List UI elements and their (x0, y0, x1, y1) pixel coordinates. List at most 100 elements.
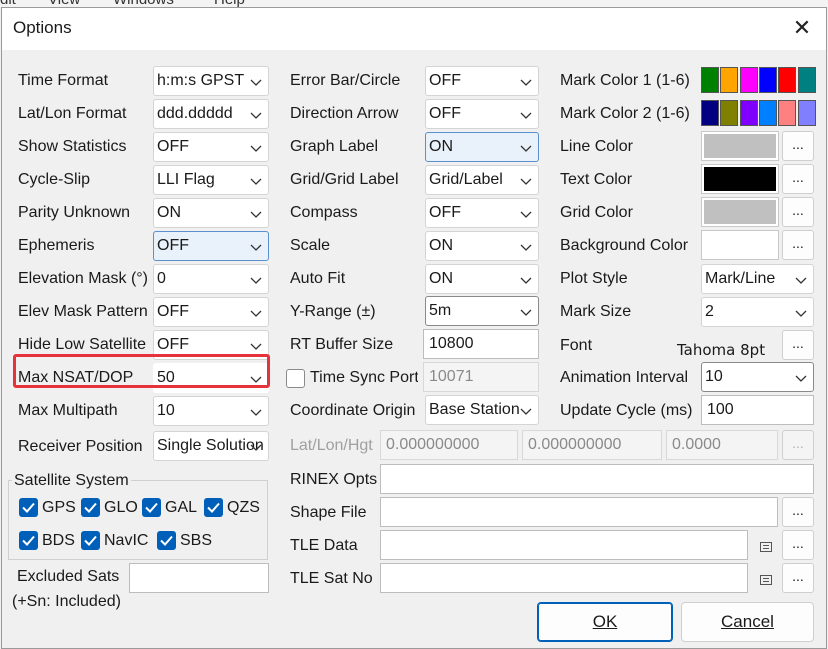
tle-sat-no-input[interactable] (380, 563, 748, 593)
scale-select[interactable]: ON (425, 231, 539, 261)
parity-unknown-select[interactable]: ON (153, 198, 269, 228)
mark-size-select[interactable]: 2 (701, 297, 814, 327)
grid-label-select[interactable]: Grid/Label (425, 165, 539, 195)
color-swatch[interactable] (701, 100, 719, 126)
show-statistics-value: OFF (157, 138, 189, 155)
excluded-sats-input[interactable] (129, 563, 269, 593)
update-cycle-field[interactable] (702, 396, 813, 424)
tle-sat-no-browse-button[interactable]: ... (782, 563, 814, 593)
elevation-mask-select[interactable]: 0 (153, 264, 269, 294)
checkbox-gps[interactable] (19, 498, 38, 517)
rinex-opts-input[interactable] (380, 464, 814, 494)
chevron-down-icon (519, 240, 533, 254)
show-statistics-select[interactable]: OFF (153, 132, 269, 162)
direction-arrow-select[interactable]: OFF (425, 99, 539, 129)
close-icon[interactable]: ✕ (788, 14, 816, 42)
background-color-button[interactable]: ... (782, 230, 814, 260)
parity-unknown-label: Parity Unknown (18, 204, 131, 221)
line-color-swatch[interactable] (701, 131, 779, 161)
color-swatch[interactable] (797, 100, 816, 126)
grid-color-button[interactable]: ... (782, 197, 814, 227)
background-color-swatch[interactable] (701, 230, 779, 260)
font-button[interactable]: ... (782, 330, 814, 360)
lon-input[interactable] (522, 430, 662, 460)
color-swatch[interactable] (758, 100, 777, 126)
update-cycle-input[interactable] (701, 395, 814, 425)
parity-unknown-value: ON (157, 204, 181, 221)
rt-buffer-field[interactable] (424, 330, 538, 358)
shape-file-field[interactable] (381, 498, 777, 526)
text-color-swatch[interactable] (701, 164, 779, 194)
plot-style-select[interactable]: Mark/Line (701, 264, 814, 294)
time-format-select[interactable]: h:m:s GPST (153, 66, 269, 96)
tle-data-field[interactable] (381, 531, 747, 559)
checkbox-bds[interactable] (19, 531, 38, 550)
shape-file-browse-button[interactable]: ... (782, 497, 814, 527)
elevation-mask-label: Elevation Mask (°) (18, 270, 148, 287)
auto-fit-select[interactable]: ON (425, 264, 539, 294)
color-swatch[interactable] (778, 67, 797, 93)
graph-label-select[interactable]: ON (425, 132, 539, 162)
excluded-sats-field[interactable] (130, 564, 268, 592)
checkbox-qzs-label: QZS (227, 499, 260, 516)
hgt-field[interactable] (667, 431, 777, 459)
color-swatch[interactable] (739, 67, 758, 93)
lat-input[interactable] (380, 430, 518, 460)
ok-button[interactable]: OK (537, 602, 673, 642)
tle-sat-no-field[interactable] (381, 564, 747, 592)
color-swatch[interactable] (739, 100, 758, 126)
hgt-input[interactable] (666, 430, 778, 460)
latlonhgt-browse-button[interactable]: ... (782, 430, 814, 460)
chevron-down-icon (249, 108, 263, 122)
color-swatch[interactable] (720, 67, 739, 93)
hide-low-satellite-value: OFF (157, 336, 189, 353)
color-swatch[interactable] (778, 100, 797, 126)
chevron-down-icon (249, 405, 263, 419)
receiver-position-select[interactable]: Single Solution (153, 431, 269, 461)
list-icon[interactable] (760, 542, 772, 552)
time-sync-checkbox[interactable] (286, 369, 305, 388)
line-color-button[interactable]: ... (782, 131, 814, 161)
coord-origin-select[interactable]: Base Station (425, 395, 539, 425)
time-sync-input[interactable] (423, 362, 539, 392)
grid-label-label: Grid/Grid Label (290, 171, 399, 188)
excluded-sats-note: (+Sn: Included) (12, 593, 121, 610)
compass-select[interactable]: OFF (425, 198, 539, 228)
text-color-button[interactable]: ... (782, 164, 814, 194)
scale-value: ON (429, 237, 453, 254)
cancel-button[interactable]: Cancel (681, 602, 814, 642)
plot-style-label: Plot Style (560, 270, 628, 287)
shape-file-input[interactable] (380, 497, 778, 527)
checkbox-qzs[interactable] (204, 498, 223, 517)
rinex-opts-field[interactable] (381, 465, 813, 493)
checkbox-glo[interactable] (81, 498, 100, 517)
lat-field[interactable] (381, 431, 517, 459)
latlon-format-select[interactable]: ddd.ddddd (153, 99, 269, 129)
checkbox-sbs[interactable] (157, 531, 176, 550)
cycle-slip-select[interactable]: LLI Flag (153, 165, 269, 195)
list-icon[interactable] (760, 575, 772, 585)
animation-interval-select[interactable]: 10 (701, 362, 814, 392)
elev-mask-pattern-select[interactable]: OFF (153, 297, 269, 327)
grid-color-swatch[interactable] (701, 197, 779, 227)
lon-field[interactable] (523, 431, 661, 459)
color-swatch[interactable] (701, 67, 719, 93)
chevron-down-icon (249, 306, 263, 320)
color-swatch[interactable] (797, 67, 816, 93)
ephemeris-select[interactable]: OFF (153, 231, 269, 261)
color-swatch[interactable] (720, 100, 739, 126)
cycle-slip-value: LLI Flag (157, 171, 215, 188)
max-multipath-select[interactable]: 10 (153, 396, 269, 426)
latlonhgt-label: Lat/Lon/Hgt (290, 437, 373, 454)
checkbox-navic[interactable] (81, 531, 100, 550)
tle-data-input[interactable] (380, 530, 748, 560)
chevron-down-icon (519, 108, 533, 122)
error-bar-select[interactable]: OFF (425, 66, 539, 96)
checkmark-icon (19, 498, 38, 517)
rt-buffer-input[interactable] (423, 329, 539, 359)
time-sync-field[interactable] (424, 363, 538, 391)
y-range-select[interactable]: 5m (425, 296, 539, 326)
checkbox-gal[interactable] (142, 498, 161, 517)
color-swatch[interactable] (758, 67, 777, 93)
tle-data-browse-button[interactable]: ... (782, 530, 814, 560)
